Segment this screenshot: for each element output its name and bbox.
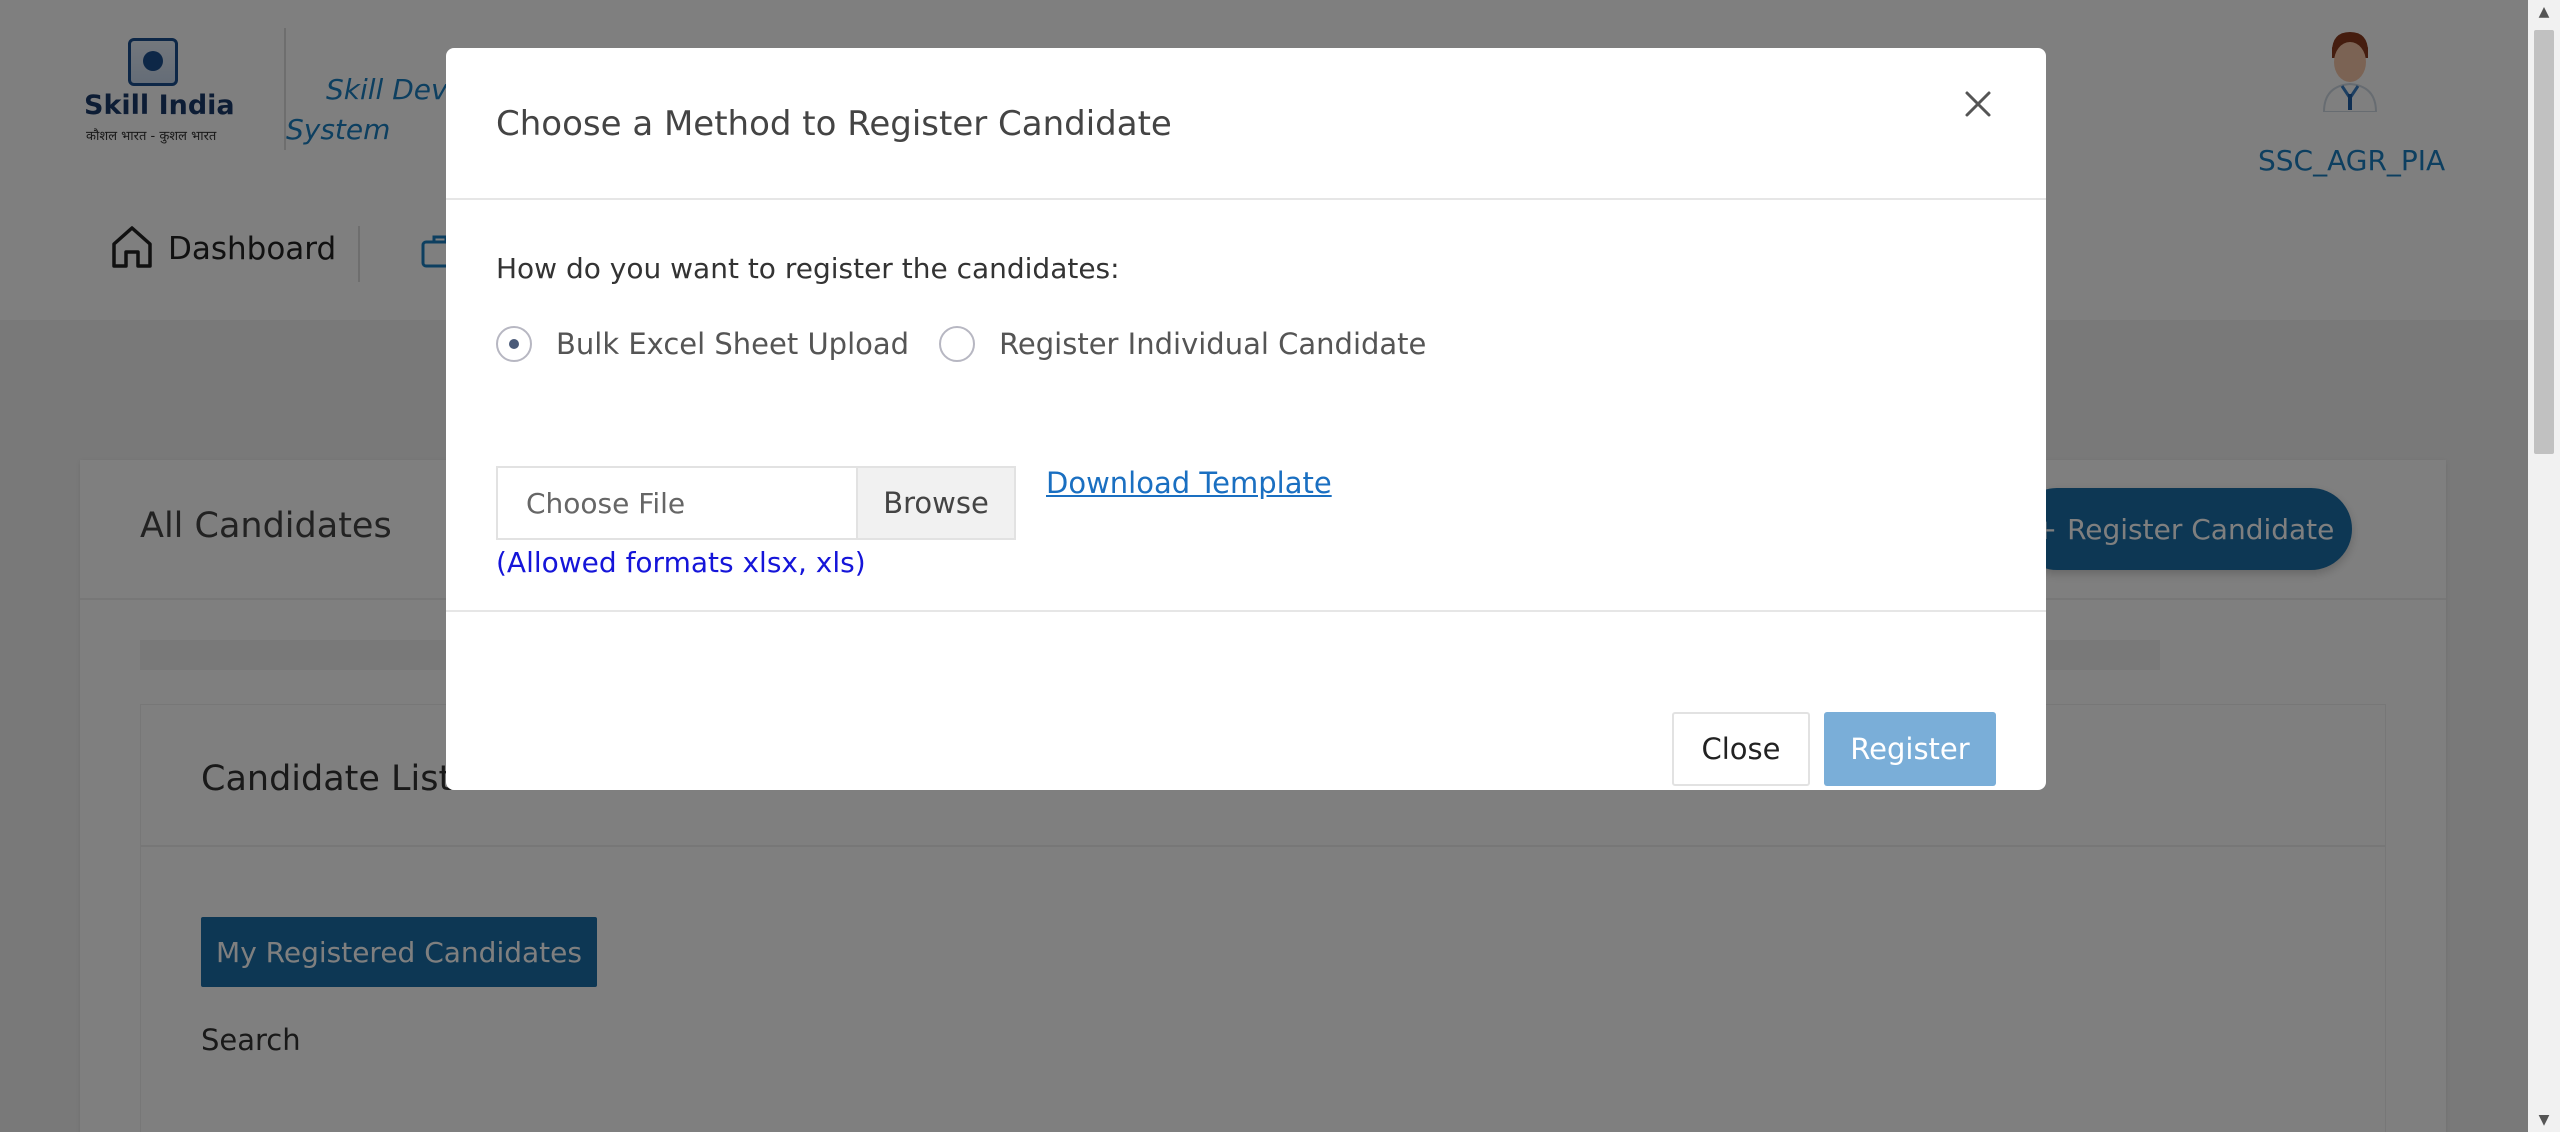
browse-button[interactable]: Browse [858,468,1014,538]
page-scrollbar[interactable]: ▲ ▼ [2528,0,2560,1132]
radio-bulk-excel[interactable] [496,326,532,362]
choose-file-input[interactable]: Choose File [498,468,858,538]
close-button[interactable]: Close [1672,712,1810,786]
register-method-modal: Choose a Method to Register Candidate Ho… [446,48,2046,790]
file-upload-group: Choose File Browse [496,466,1016,540]
scroll-up-arrow-icon[interactable]: ▲ [2528,0,2560,24]
registration-question: How do you want to register the candidat… [496,252,1120,285]
option-bulk-excel-label: Bulk Excel Sheet Upload [556,327,910,361]
scrollbar-thumb[interactable] [2534,30,2554,454]
modal-footer: Close Register [446,612,2046,790]
allowed-formats-text: (Allowed formats xlsx, xls) [496,546,866,579]
register-button[interactable]: Register [1824,712,1996,786]
option-individual-label: Register Individual Candidate [999,327,1427,361]
download-template-link[interactable]: Download Template [1046,466,1332,500]
close-icon[interactable] [1956,82,2000,126]
radio-individual[interactable] [939,326,976,362]
scroll-down-arrow-icon[interactable]: ▼ [2528,1108,2560,1132]
registration-method-options: Bulk Excel Sheet Upload Register Individ… [496,326,1456,362]
modal-body: How do you want to register the candidat… [446,200,2046,612]
option-bulk-excel-upload[interactable]: Bulk Excel Sheet Upload [496,326,909,362]
modal-title: Choose a Method to Register Candidate [496,104,1172,144]
option-register-individual[interactable]: Register Individual Candidate [939,326,1426,362]
modal-header: Choose a Method to Register Candidate [446,48,2046,200]
